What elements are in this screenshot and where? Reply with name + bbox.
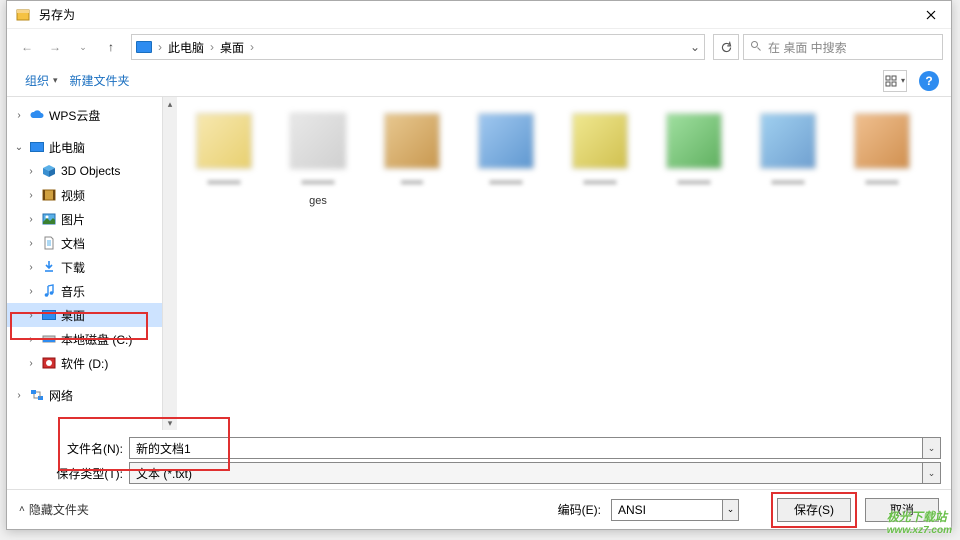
filetype-select[interactable] — [129, 462, 923, 484]
desktop-icon — [41, 308, 57, 322]
drive-icon — [41, 332, 57, 346]
chevron-right-icon: › — [25, 334, 37, 345]
file-item[interactable]: ▬▬▬ — [753, 113, 823, 209]
drive-icon — [41, 356, 57, 370]
pc-icon — [29, 140, 45, 154]
file-grid[interactable]: ▬▬▬ ▬▬▬ges ▬▬ ▬▬▬ ▬▬▬ ▬▬▬ ▬▬▬ ▬▬▬ — [177, 97, 951, 430]
organize-button[interactable]: 组织 ▾ — [19, 68, 64, 93]
chevron-right-icon: › — [25, 358, 37, 369]
form-area: 文件名(N): ⌄ 保存类型(T): ⌄ — [7, 430, 951, 489]
file-item[interactable]: ▬▬▬ — [189, 113, 259, 209]
file-item[interactable]: ▬▬▬ — [471, 113, 541, 209]
refresh-button[interactable] — [713, 34, 739, 60]
chevron-up-icon: ˄ — [19, 504, 25, 515]
file-item[interactable]: ▬▬▬ — [659, 113, 729, 209]
back-button[interactable]: ← — [15, 35, 39, 59]
breadcrumb-root[interactable]: 此电脑 — [168, 39, 204, 56]
help-button[interactable]: ? — [919, 71, 939, 91]
encoding-label: 编码(E): — [558, 501, 601, 518]
chevron-right-icon: › — [25, 310, 37, 321]
chevron-right-icon: › — [250, 40, 254, 54]
filename-label: 文件名(N): — [7, 440, 129, 457]
new-folder-button[interactable]: 新建文件夹 — [64, 68, 136, 93]
recent-dd-icon[interactable]: ⌄ — [71, 35, 95, 59]
sidebar-item-drive-d[interactable]: › 软件 (D:) — [7, 351, 162, 375]
scroll-down-icon[interactable]: ▾ — [163, 416, 177, 430]
chevron-down-icon[interactable]: ⌄ — [923, 462, 941, 484]
chevron-right-icon: › — [13, 110, 25, 121]
up-button[interactable]: ↑ — [99, 35, 123, 59]
chevron-right-icon: › — [25, 238, 37, 249]
video-icon — [41, 188, 57, 202]
file-item[interactable]: ▬▬▬ — [565, 113, 635, 209]
sidebar-item-downloads[interactable]: › 下载 — [7, 255, 162, 279]
sidebar-item-videos[interactable]: › 视频 — [7, 183, 162, 207]
sidebar-item-drive-c[interactable]: › 本地磁盘 (C:) — [7, 327, 162, 351]
network-icon — [29, 388, 45, 402]
doc-icon — [41, 236, 57, 250]
chevron-right-icon: › — [25, 262, 37, 273]
close-button[interactable] — [911, 1, 951, 29]
breadcrumb-current[interactable]: 桌面 — [220, 39, 244, 56]
body: › WPS云盘 ⌄ 此电脑 › 3D Objects › 视频 › — [7, 97, 951, 430]
chevron-right-icon: › — [210, 40, 214, 54]
sidebar-item-desktop[interactable]: › 桌面 — [7, 303, 162, 327]
chevron-down-icon: ▾ — [53, 75, 58, 86]
hide-folders-button[interactable]: ˄ 隐藏文件夹 — [19, 501, 89, 518]
3d-icon — [41, 164, 57, 178]
download-icon — [41, 260, 57, 274]
sidebar-scrollbar[interactable]: ▴ ▾ — [163, 97, 177, 430]
search-icon — [750, 40, 762, 55]
file-item[interactable]: ▬▬▬ges — [283, 113, 353, 209]
save-as-dialog: 另存为 ← → ⌄ ↑ › 此电脑 › 桌面 › ⌄ 在 桌面 中搜索 — [6, 0, 952, 530]
view-button[interactable]: ▾ — [883, 70, 907, 92]
sidebar-item-pictures[interactable]: › 图片 — [7, 207, 162, 231]
music-icon — [41, 284, 57, 298]
sidebar-item-network[interactable]: › 网络 — [7, 383, 162, 407]
chevron-right-icon: › — [25, 286, 37, 297]
save-button[interactable]: 保存(S) — [777, 498, 851, 522]
cloud-icon — [29, 108, 45, 122]
search-input[interactable]: 在 桌面 中搜索 — [743, 34, 943, 60]
chevron-down-icon[interactable]: ⌄ — [690, 40, 700, 54]
scroll-up-icon[interactable]: ▴ — [163, 97, 177, 111]
sidebar: › WPS云盘 ⌄ 此电脑 › 3D Objects › 视频 › — [7, 97, 163, 430]
chevron-down-icon: ⌄ — [722, 500, 738, 520]
chevron-right-icon: › — [13, 390, 25, 401]
filetype-label: 保存类型(T): — [7, 465, 129, 482]
cancel-button[interactable]: 取消 — [865, 498, 939, 522]
filename-input[interactable] — [129, 437, 923, 459]
toolbar: 组织 ▾ 新建文件夹 ▾ ? — [7, 65, 951, 97]
chevron-down-icon: ⌄ — [13, 142, 25, 153]
chevron-down-icon[interactable]: ⌄ — [923, 437, 941, 459]
chevron-right-icon: › — [25, 166, 37, 177]
app-icon — [15, 7, 31, 23]
pc-icon — [136, 41, 152, 53]
file-item[interactable]: ▬▬▬ — [847, 113, 917, 209]
sidebar-item-music[interactable]: › 音乐 — [7, 279, 162, 303]
search-placeholder: 在 桌面 中搜索 — [768, 39, 847, 56]
file-item[interactable]: ▬▬ — [377, 113, 447, 209]
navbar: ← → ⌄ ↑ › 此电脑 › 桌面 › ⌄ 在 桌面 中搜索 — [7, 29, 951, 65]
window-title: 另存为 — [39, 6, 911, 23]
chevron-right-icon: › — [25, 190, 37, 201]
address-bar[interactable]: › 此电脑 › 桌面 › ⌄ — [131, 34, 705, 60]
sidebar-item-documents[interactable]: › 文档 — [7, 231, 162, 255]
sidebar-item-3dobjects[interactable]: › 3D Objects — [7, 159, 162, 183]
encoding-select[interactable]: ANSI ⌄ — [611, 499, 739, 521]
bottom-bar: ˄ 隐藏文件夹 编码(E): ANSI ⌄ 保存(S) 取消 — [7, 489, 951, 529]
picture-icon — [41, 212, 57, 226]
chevron-right-icon: › — [158, 40, 162, 54]
chevron-right-icon: › — [25, 214, 37, 225]
titlebar: 另存为 — [7, 1, 951, 29]
forward-button[interactable]: → — [43, 35, 67, 59]
sidebar-item-this-pc[interactable]: ⌄ 此电脑 — [7, 135, 162, 159]
sidebar-item-wps-cloud[interactable]: › WPS云盘 — [7, 103, 162, 127]
